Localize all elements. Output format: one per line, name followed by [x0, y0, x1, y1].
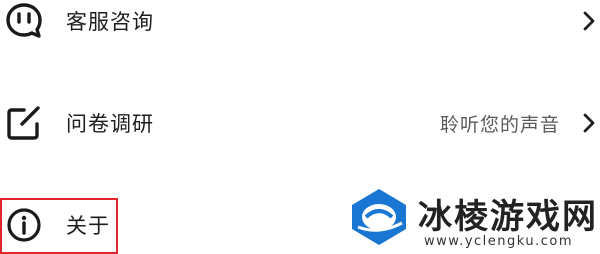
highlight-box [0, 198, 118, 254]
watermark-url: www.yclengku.com [424, 234, 574, 249]
chevron-right-icon [583, 113, 595, 133]
menu-item-label: 客服咨询 [66, 10, 154, 34]
chevron-right-icon [583, 11, 595, 31]
chat-bubble-icon [6, 3, 42, 38]
edit-note-icon [7, 106, 40, 140]
menu-item-hint: 聆听您的声音 [439, 113, 560, 136]
watermark-name: 冰棱游戏网 [418, 197, 598, 237]
menu-item-survey[interactable]: 问卷调研 聆听您的声音 [0, 98, 600, 148]
watermark-logo-icon [352, 189, 406, 245]
menu-item-label: 问卷调研 [66, 112, 154, 136]
menu-item-customer-service[interactable]: 客服咨询 [0, 0, 600, 46]
watermark: 冰棱游戏网 www.yclengku.com [340, 183, 600, 252]
